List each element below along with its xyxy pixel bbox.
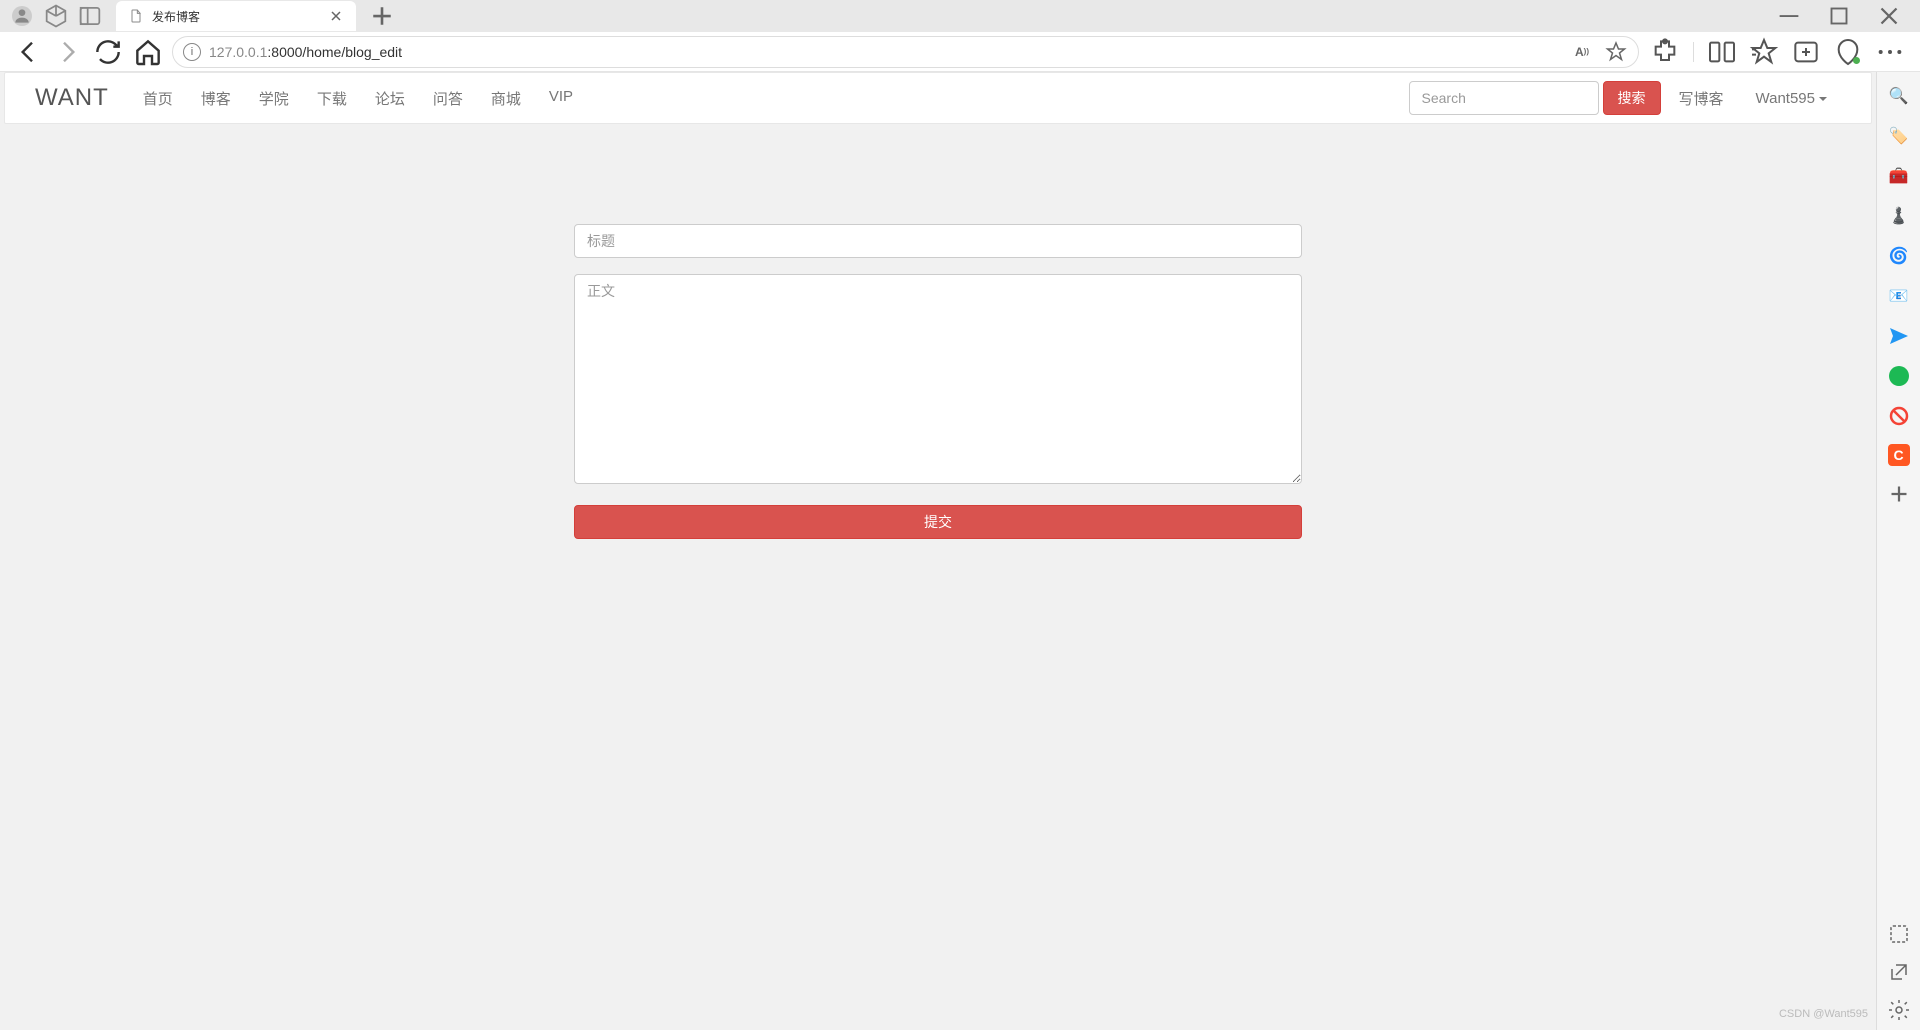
favorites-icon[interactable] (1746, 36, 1782, 68)
search-button[interactable]: 搜索 (1603, 81, 1661, 115)
new-tab-button[interactable] (368, 2, 396, 30)
toolbar-separator (1693, 42, 1694, 62)
outlook-icon[interactable]: 📧 (1887, 284, 1911, 308)
address-bar-row: i 127.0.0.1:8000/home/blog_edit A)) (0, 32, 1920, 72)
title-input[interactable] (574, 224, 1302, 258)
nav-link-mall[interactable]: 商城 (477, 73, 535, 124)
body-textarea[interactable] (574, 274, 1302, 484)
blog-edit-form: 提交 (564, 224, 1312, 539)
close-tab-icon[interactable] (328, 8, 344, 24)
maximize-button[interactable] (1816, 1, 1862, 31)
nav-link-academy[interactable]: 学院 (245, 73, 303, 124)
browser-tab[interactable]: 发布博客 (116, 1, 356, 31)
toolbar-right (1647, 36, 1908, 68)
nav-link-home[interactable]: 首页 (129, 73, 187, 124)
tools-icon[interactable]: 🧰 (1887, 164, 1911, 188)
profile-avatar-icon[interactable] (8, 2, 36, 30)
spotify-icon[interactable] (1887, 364, 1911, 388)
brand-logo[interactable]: WANT (35, 84, 109, 112)
browser-tab-strip: 发布博客 (0, 0, 1920, 32)
search-input[interactable] (1409, 81, 1599, 115)
favorite-star-icon[interactable] (1604, 40, 1628, 64)
tab-strip-left: 发布博客 (8, 1, 396, 31)
screenshot-icon[interactable] (1887, 922, 1911, 946)
add-sidebar-icon[interactable] (1887, 482, 1911, 506)
forward-button[interactable] (52, 36, 84, 68)
office-icon[interactable]: 🌀 (1887, 244, 1911, 268)
browser-essentials-icon[interactable] (1830, 36, 1866, 68)
home-button[interactable] (132, 36, 164, 68)
tab-title: 发布博客 (152, 8, 320, 25)
external-link-icon[interactable] (1887, 960, 1911, 984)
refresh-button[interactable] (92, 36, 124, 68)
minimize-button[interactable] (1766, 1, 1812, 31)
nav-link-vip[interactable]: VIP (535, 73, 587, 124)
shopping-tag-icon[interactable]: 🏷️ (1887, 124, 1911, 148)
nav-link-forum[interactable]: 论坛 (361, 73, 419, 124)
back-button[interactable] (12, 36, 44, 68)
edge-sidebar: 🔍 🏷️ 🧰 ♟️ 🌀 📧 C (1876, 72, 1920, 1030)
extensions-icon[interactable] (1647, 36, 1683, 68)
site-info-icon[interactable]: i (183, 43, 201, 61)
page-wrapper: WANT 首页 博客 学院 下载 论坛 问答 商城 VIP 搜索 写博客 Wan… (0, 72, 1920, 1030)
write-blog-link[interactable]: 写博客 (1665, 88, 1738, 109)
tab-actions-icon[interactable] (76, 2, 104, 30)
read-aloud-icon[interactable]: A)) (1570, 40, 1594, 64)
nav-link-qa[interactable]: 问答 (419, 73, 477, 124)
username-label: Want595 (1756, 90, 1815, 107)
url-text: 127.0.0.1:8000/home/blog_edit (209, 44, 402, 60)
chevron-down-icon (1819, 97, 1827, 101)
nav-links: 首页 博客 学院 下载 论坛 问答 商城 VIP (129, 73, 587, 124)
window-controls (1766, 1, 1912, 31)
close-window-button[interactable] (1866, 1, 1912, 31)
app-c-icon[interactable]: C (1888, 444, 1910, 466)
games-icon[interactable]: ♟️ (1887, 204, 1911, 228)
submit-button[interactable]: 提交 (574, 505, 1302, 539)
search-icon[interactable]: 🔍 (1887, 84, 1911, 108)
page-icon (128, 8, 144, 24)
gear-icon[interactable] (1887, 998, 1911, 1022)
collections-icon[interactable] (1788, 36, 1824, 68)
site-navbar: WANT 首页 博客 学院 下载 论坛 问答 商城 VIP 搜索 写博客 Wan… (4, 72, 1872, 124)
workspaces-icon[interactable] (42, 2, 70, 30)
block-icon[interactable] (1887, 404, 1911, 428)
send-icon[interactable] (1887, 324, 1911, 348)
watermark: CSDN @Want595 (1779, 1008, 1868, 1020)
nav-right: 搜索 写博客 Want595 (1409, 81, 1842, 115)
nav-link-download[interactable]: 下载 (303, 73, 361, 124)
url-bar[interactable]: i 127.0.0.1:8000/home/blog_edit A)) (172, 36, 1639, 68)
split-screen-icon[interactable] (1704, 36, 1740, 68)
page-content: WANT 首页 博客 学院 下载 论坛 问答 商城 VIP 搜索 写博客 Wan… (0, 72, 1876, 1030)
nav-link-blog[interactable]: 博客 (187, 73, 245, 124)
user-dropdown[interactable]: Want595 (1742, 90, 1841, 107)
settings-menu-icon[interactable] (1872, 36, 1908, 68)
